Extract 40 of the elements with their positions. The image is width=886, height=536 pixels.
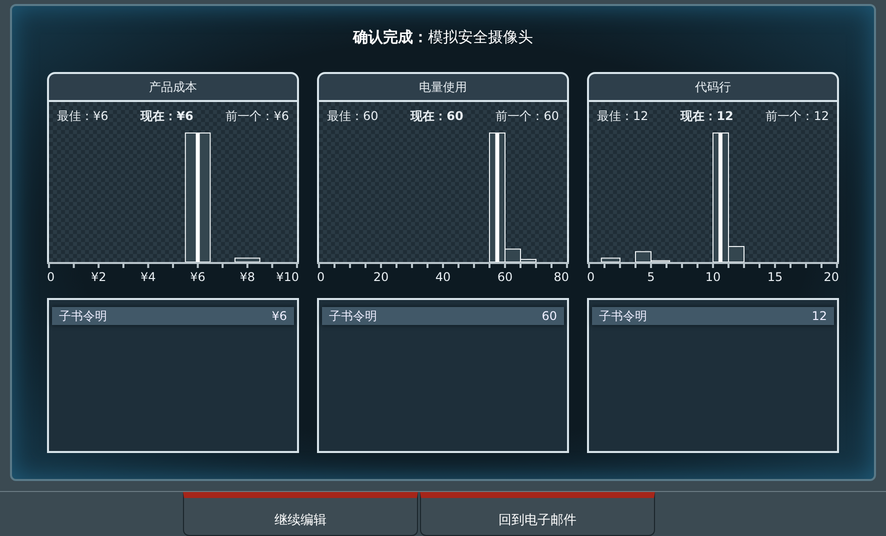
previous-stat: 前一个：12 [766, 108, 829, 125]
axis-label: ¥4 [140, 270, 156, 284]
current-stat: 现在：12 [680, 108, 734, 125]
axis-label: 0 [47, 270, 55, 284]
axis-label: 40 [435, 270, 451, 284]
axis-label: 0 [587, 270, 595, 284]
result-value: 12 [812, 309, 827, 323]
current-stat: 现在：¥6 [140, 108, 194, 125]
axis-label: ¥8 [240, 270, 256, 284]
panel-header: 电量使用 [317, 72, 569, 102]
panel-header: 产品成本 [47, 72, 299, 102]
previous-stat: 前一个：60 [496, 108, 559, 125]
result-value: ¥6 [272, 309, 287, 323]
dialog-title: 确认完成：模拟安全摄像头 [353, 28, 533, 48]
best-stat: 最佳：12 [597, 108, 648, 125]
best-stat: 最佳：¥6 [57, 108, 108, 125]
axis-label: 60 [497, 270, 513, 284]
axis-label: ¥6 [190, 270, 206, 284]
panel-header: 代码行 [587, 72, 839, 102]
result-name: 子书令明 [329, 308, 377, 324]
result-row[interactable]: 子书令明 ¥6 [52, 307, 294, 325]
axis-label: 0 [317, 270, 325, 284]
result-name: 子书令明 [599, 308, 647, 324]
result-row[interactable]: 子书令明 12 [592, 307, 834, 325]
action-button[interactable]: 继续编辑 [183, 492, 418, 536]
action-button[interactable]: 回到电子邮件 [420, 492, 655, 536]
previous-stat: 前一个：¥6 [226, 108, 289, 125]
result-name: 子书令明 [59, 308, 107, 324]
axis-label: ¥2 [90, 270, 106, 284]
result-value: 60 [542, 309, 557, 323]
axis-label: 80 [554, 270, 569, 284]
result-row[interactable]: 子书令明 60 [322, 307, 564, 325]
axis-label: 20 [373, 270, 389, 284]
axis-label: 15 [767, 270, 783, 284]
axis-label: 5 [647, 270, 655, 284]
axis-label: 10 [705, 270, 721, 284]
axis-label: ¥10 [276, 270, 299, 284]
current-stat: 现在：60 [410, 108, 464, 125]
best-stat: 最佳：60 [327, 108, 378, 125]
axis-label: 20 [824, 270, 839, 284]
